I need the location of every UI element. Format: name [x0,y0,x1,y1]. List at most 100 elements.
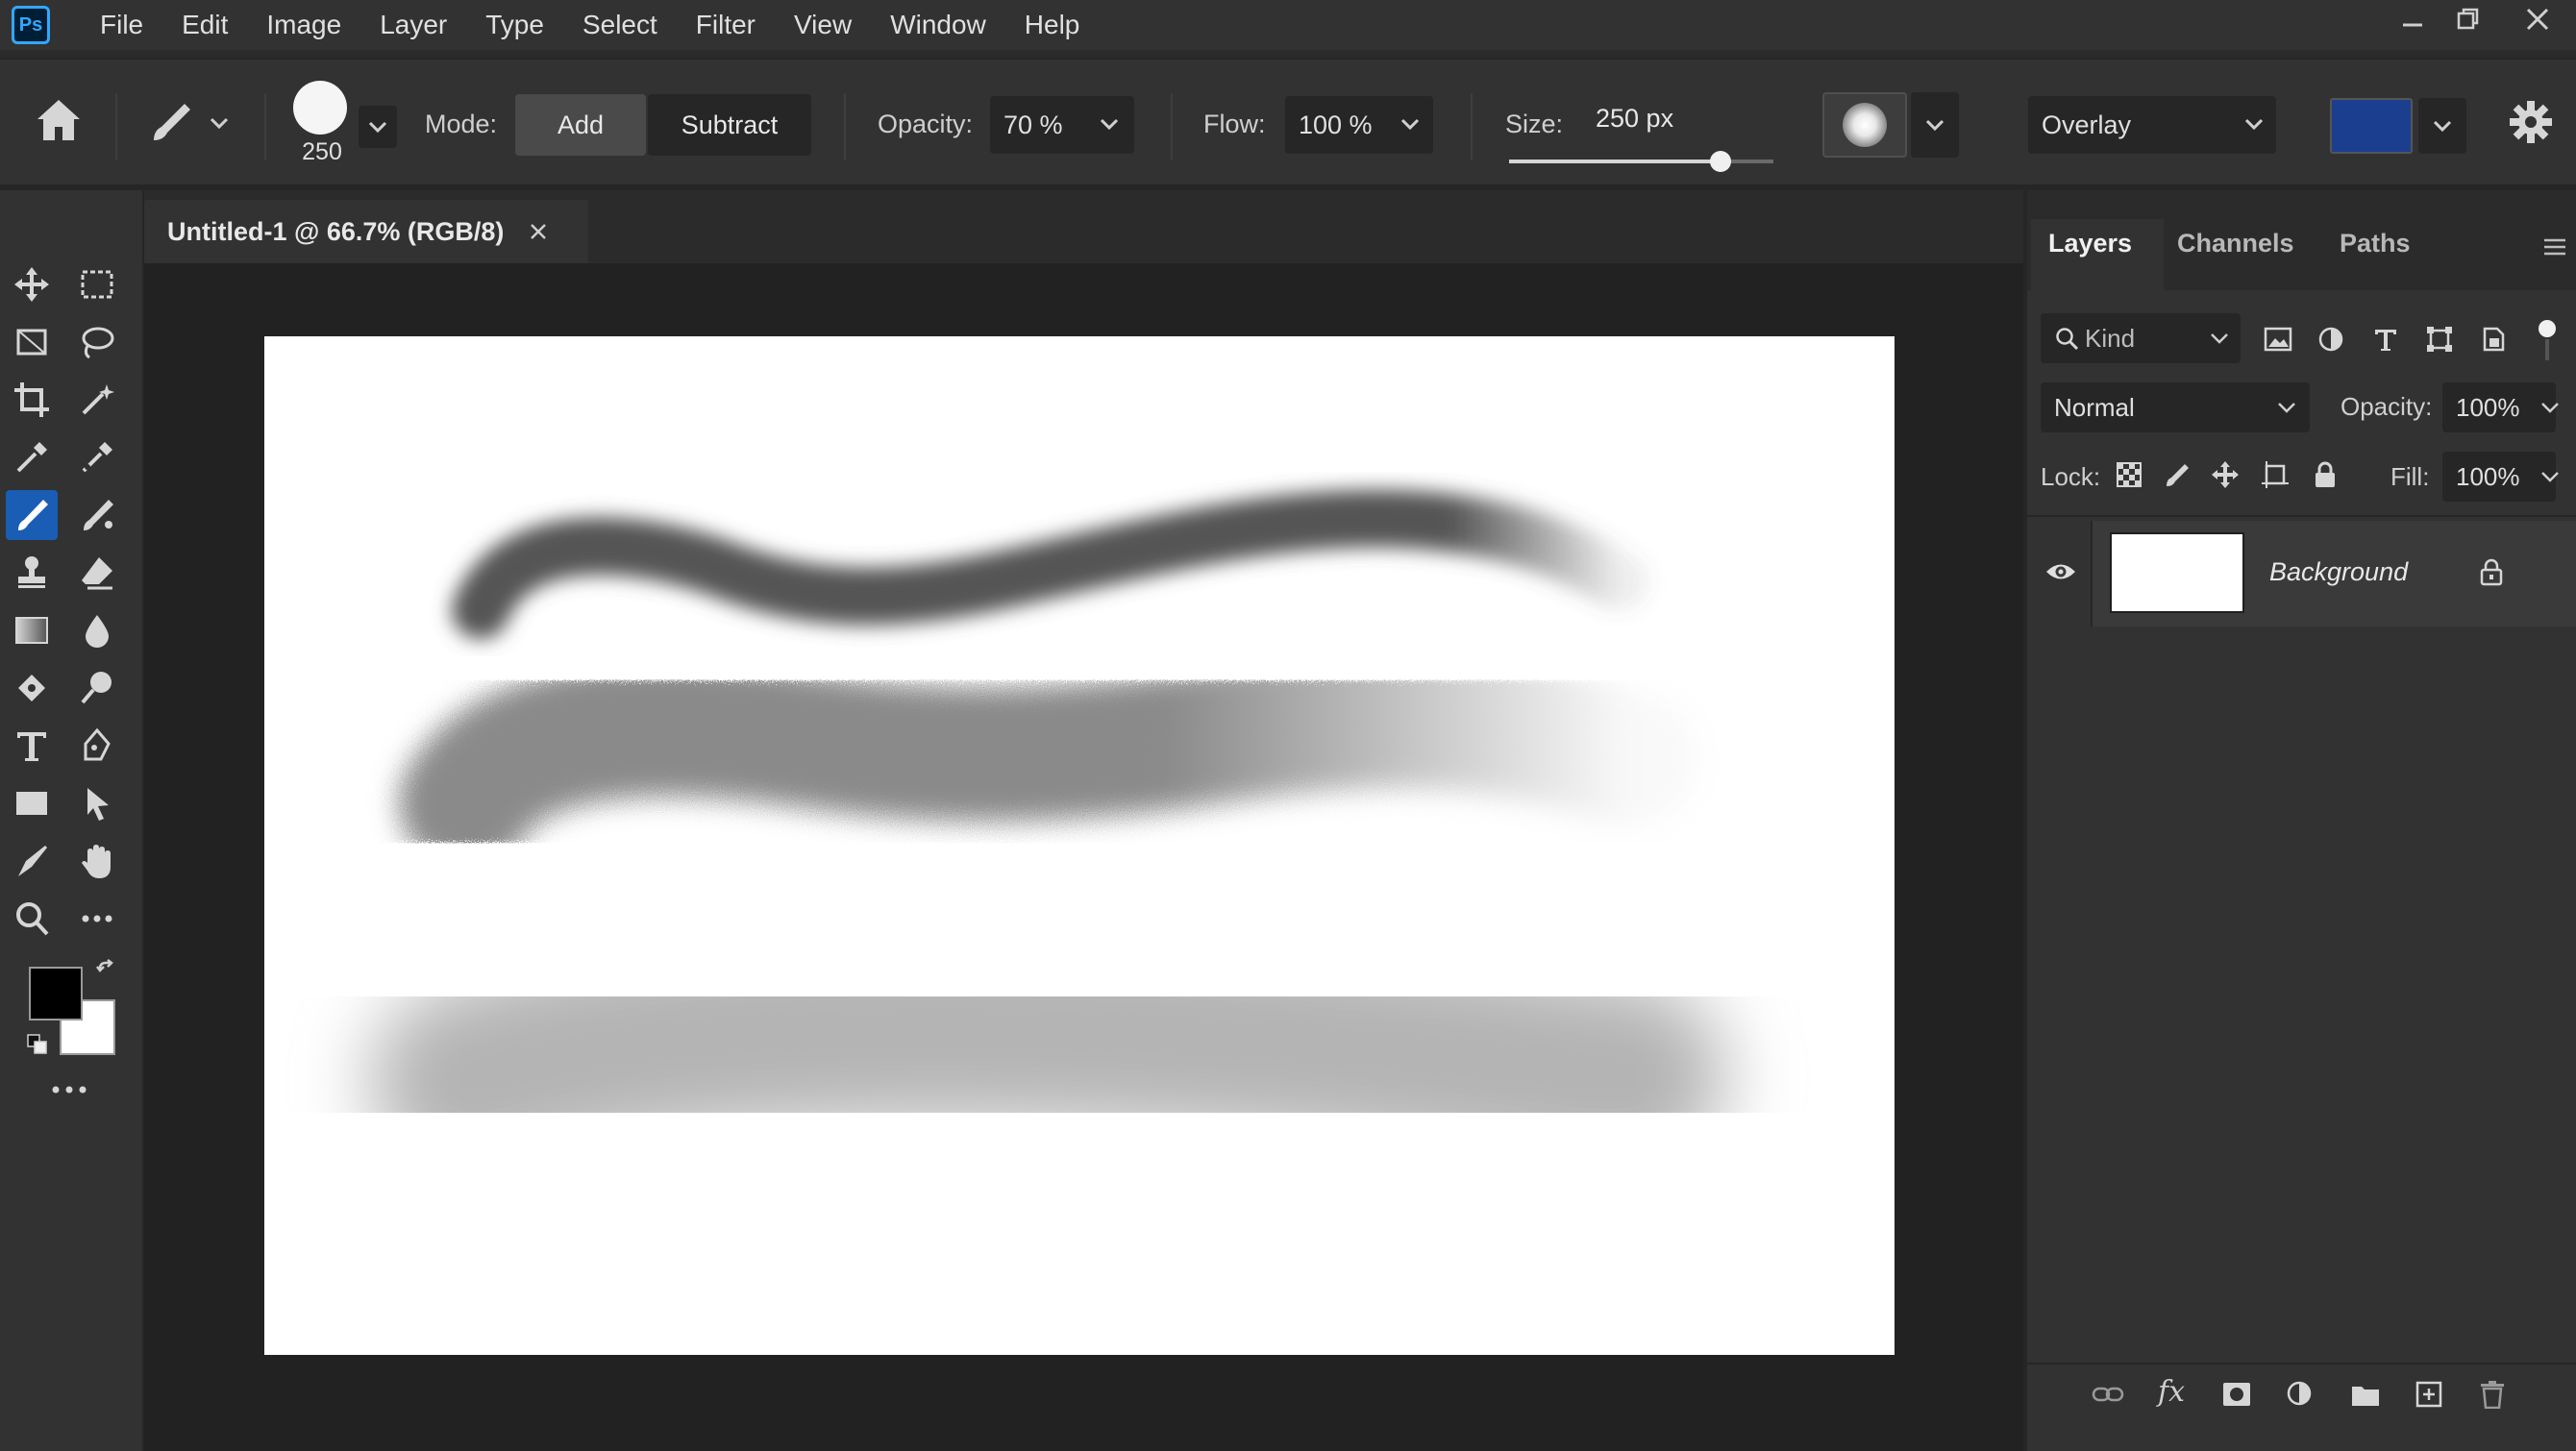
gradient-tool[interactable] [6,605,58,655]
foreground-color-swatch[interactable] [29,967,83,1021]
hamburger-icon [2544,238,2565,256]
document-tab[interactable]: Untitled-1 @ 66.7% (RGB/8) [144,200,588,263]
layer-opacity-field[interactable]: 100% [2442,382,2556,432]
layer-visibility-toggle[interactable] [2044,561,2077,582]
more-tools-button[interactable] [71,894,123,944]
menu-layer[interactable]: Layer [380,10,447,40]
home-button[interactable] [34,96,84,144]
blur-tool[interactable] [71,605,123,655]
close-window-button[interactable] [2504,0,2571,38]
photoshop-logo: Ps [12,6,50,44]
lock-pixels-button[interactable] [2160,457,2194,492]
spot-healing-tool[interactable] [71,432,123,482]
canvas[interactable] [264,336,1895,1355]
tab-channels[interactable]: Channels [2177,229,2294,258]
zoom-tool[interactable] [6,894,58,944]
tab-layers[interactable]: Layers [2048,229,2132,258]
brush-preset-dropdown[interactable] [359,106,397,148]
folder-icon [2352,1387,2379,1406]
edit-toolbar-tool[interactable] [6,836,58,886]
menu-window[interactable]: Window [890,10,986,40]
dodge-tool[interactable] [71,663,123,713]
mode-subtract-button[interactable]: Subtract [648,94,811,156]
hand-tool[interactable] [71,836,123,886]
layer-row[interactable]: Background [2027,521,2576,627]
size-value[interactable]: 250 px [1596,104,1673,134]
lock-position-button[interactable] [2208,457,2242,492]
menu-type[interactable]: Type [485,10,544,40]
menu-help[interactable]: Help [1025,10,1080,40]
chevron-down-icon [368,121,387,134]
type-tool[interactable] [6,721,58,771]
settings-button[interactable] [2509,100,2553,144]
new-adjustment-layer-button[interactable] [2283,1377,2317,1412]
size-slider-thumb[interactable] [1710,151,1731,172]
blend-mode-select[interactable]: Overlay [2028,96,2276,154]
menu-select[interactable]: Select [582,10,657,40]
filter-smart-object-button[interactable] [2476,322,2511,357]
clone-stamp-tool[interactable] [6,548,58,598]
filter-adjustment-button[interactable] [2314,322,2348,357]
layer-style-button[interactable]: fx [2154,1374,2189,1409]
path-selection-tool[interactable] [71,778,123,828]
menu-file[interactable]: File [100,10,143,40]
layer-filter-select[interactable]: Kind [2041,313,2241,363]
layer-name[interactable]: Background [2269,557,2408,587]
close-document-button[interactable] [529,222,548,241]
add-mask-button[interactable] [2219,1377,2254,1412]
swap-colors-button[interactable] [96,959,119,982]
filter-shape-button[interactable] [2422,322,2457,357]
mode-add-button[interactable]: Add [515,94,646,156]
fill-field[interactable]: 100% [2442,452,2556,502]
pen-tool[interactable] [71,721,123,771]
minimize-icon [2403,23,2422,27]
brush-preset-picker[interactable]: 250 [293,81,351,166]
filter-type-button[interactable] [2368,322,2403,357]
flow-dropdown[interactable] [1399,117,1421,131]
menu-edit[interactable]: Edit [182,10,228,40]
menu-filter[interactable]: Filter [696,10,755,40]
menu-view[interactable]: View [794,10,852,40]
artboard-tool[interactable] [6,317,58,367]
tool-preset-picker[interactable] [146,98,233,146]
lock-transparency-button[interactable] [2112,457,2146,492]
fill-dropdown[interactable] [2540,471,2560,482]
move-tool[interactable] [6,259,58,309]
mixer-brush-tool[interactable] [71,490,123,540]
blend-mode-dropdown[interactable] [2243,117,2265,131]
brush-tip-dropdown[interactable] [1911,92,1959,158]
lock-all-button[interactable] [2308,457,2342,492]
marquee-tool[interactable] [71,259,123,309]
layer-blend-mode-select[interactable]: Normal [2041,382,2310,432]
default-colors-button[interactable] [27,1034,48,1055]
filter-toggle[interactable] [2539,320,2556,362]
size-slider-track[interactable] [1509,151,1773,172]
color-swatch[interactable] [2330,98,2413,154]
new-layer-button[interactable] [2412,1377,2446,1412]
layer-opacity-dropdown[interactable] [2540,402,2560,413]
lasso-tool[interactable] [71,317,123,367]
panel-menu-button[interactable] [2542,236,2567,258]
edit-toolbar-button[interactable] [50,1082,88,1097]
rectangle-tool[interactable] [6,778,58,828]
delete-layer-button[interactable] [2475,1377,2510,1412]
zoom-icon [16,902,49,936]
crop-tool[interactable] [6,375,58,425]
new-group-button[interactable] [2348,1377,2383,1412]
brush-tool[interactable] [6,490,58,540]
filter-pixel-button[interactable] [2261,322,2295,357]
eraser-tool[interactable] [71,548,123,598]
adjustment-icon [2318,327,2343,352]
tab-paths[interactable]: Paths [2340,229,2411,258]
checkerboard-icon [2117,462,2142,487]
restore-button[interactable] [2435,0,2502,38]
color-swatch-dropdown[interactable] [2418,98,2466,154]
opacity-dropdown[interactable] [1099,117,1120,131]
lock-artboard-button[interactable] [2258,457,2292,492]
eyedropper-tool[interactable] [6,432,58,482]
paint-bucket-tool[interactable] [6,663,58,713]
brush-tip-toggle[interactable] [1822,92,1907,158]
link-layers-button[interactable] [2091,1377,2125,1412]
menu-image[interactable]: Image [266,10,341,40]
magic-wand-tool[interactable] [71,375,123,425]
